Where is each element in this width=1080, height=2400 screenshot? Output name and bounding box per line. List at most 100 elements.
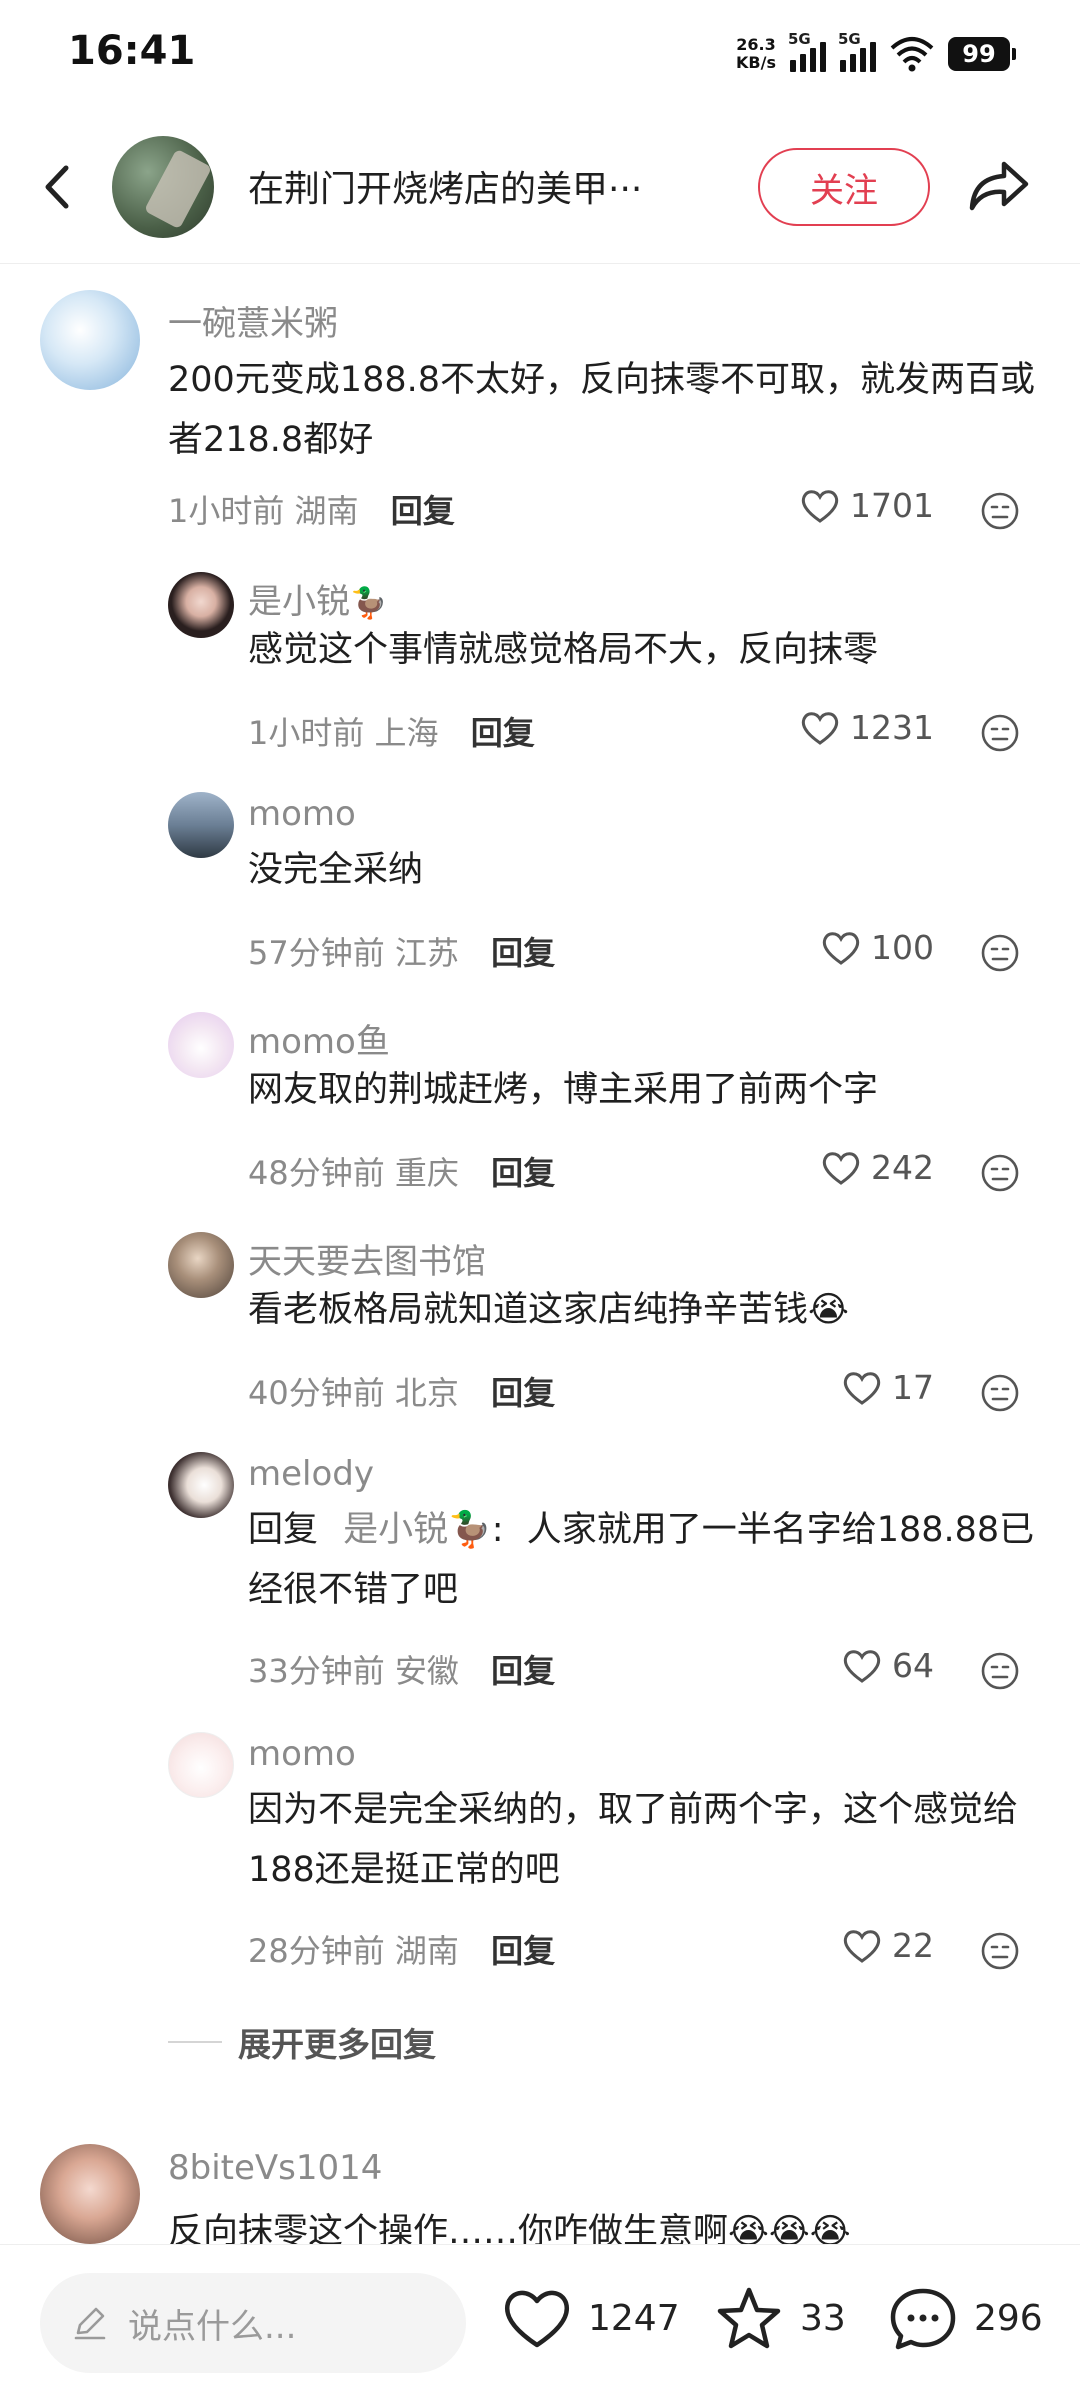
avatar[interactable] — [168, 1012, 234, 1078]
wifi-icon — [890, 37, 934, 72]
expand-label: 展开更多回复 — [238, 2025, 436, 2064]
heart-icon — [822, 1151, 860, 1185]
back-arrow-icon[interactable] — [30, 154, 86, 220]
comment-location: 湖南 — [394, 1932, 459, 1970]
comment-username[interactable]: 8biteVs1014 — [168, 2148, 382, 2188]
duck-emoji: 🦆 — [350, 586, 388, 621]
avatar[interactable] — [168, 1452, 234, 1518]
heart-icon — [801, 711, 839, 745]
comment-text[interactable]: 感觉这个事情就感觉格局不大，反向抹零 — [248, 620, 1038, 680]
crying-emoji: 😭😭😭 — [728, 2212, 851, 2244]
like-button[interactable]: 1701 — [800, 486, 934, 525]
comment-meta: 40分钟前 北京 回复 — [248, 1368, 555, 1414]
bottom-action-bar: 说点什么... 1247 33 296 — [0, 2244, 1080, 2400]
like-post-button[interactable]: 1247 — [502, 2285, 680, 2351]
comment-username[interactable]: momo — [248, 794, 356, 834]
emoji-face-icon[interactable] — [980, 1373, 1020, 1413]
comments-button[interactable]: 296 — [888, 2285, 1043, 2351]
like-button[interactable]: 22 — [842, 1926, 934, 1965]
share-icon[interactable] — [966, 156, 1032, 216]
reply-button[interactable]: 回复 — [491, 1374, 555, 1412]
pencil-icon — [74, 2307, 106, 2340]
comment-meta: 48分钟前 重庆 回复 — [248, 1148, 555, 1194]
comment-username[interactable]: momo鱼 — [248, 1014, 390, 1063]
avatar[interactable] — [168, 1232, 234, 1298]
comment-meta: 1小时前 上海 回复 — [248, 708, 535, 754]
comment-text[interactable]: 200元变成188.8不太好，反向抹零不可取，就发两百或者218.8都好 — [168, 350, 1040, 470]
comment-username[interactable]: 一碗薏米粥 — [168, 296, 338, 345]
comment-location: 湖南 — [294, 492, 359, 530]
comment-meta: 1小时前 湖南 回复 — [168, 486, 455, 532]
comment-text[interactable]: 看老板格局就知道这家店纯挣辛苦钱😭 — [248, 1280, 1038, 1340]
reply-button[interactable]: 回复 — [491, 1154, 555, 1192]
emoji-face-icon[interactable] — [980, 713, 1020, 753]
comment-list: 一碗薏米粥 200元变成188.8不太好，反向抹零不可取，就发两百或者218.8… — [0, 264, 1080, 2244]
comment-username[interactable]: momo — [248, 1734, 356, 1774]
comment-input[interactable]: 说点什么... — [40, 2273, 466, 2373]
status-time: 16:41 — [68, 28, 196, 74]
like-button[interactable]: 64 — [842, 1646, 934, 1685]
avatar[interactable] — [40, 290, 140, 390]
like-count: 1231 — [850, 708, 934, 747]
comment-input-placeholder: 说点什么... — [128, 2306, 297, 2347]
comment-time: 28分钟前 — [248, 1932, 385, 1970]
comment-text[interactable]: 因为不是完全采纳的，取了前两个字，这个感觉给188还是挺正常的吧 — [248, 1780, 1038, 1900]
comment-location: 重庆 — [394, 1154, 459, 1192]
like-count: 100 — [871, 928, 934, 967]
heart-icon — [843, 1371, 881, 1405]
emoji-face-icon[interactable] — [980, 491, 1020, 531]
comment-text[interactable]: 没完全采纳 — [248, 840, 1038, 900]
like-button[interactable]: 1231 — [800, 708, 934, 747]
chat-bubble-icon — [890, 2288, 956, 2350]
comment-time: 1小时前 — [248, 714, 365, 752]
comment-text[interactable]: 网友取的荆城赶烤，博主采用了前两个字 — [248, 1060, 1038, 1120]
comment-time: 1小时前 — [168, 492, 285, 530]
comment-meta: 33分钟前 安徽 回复 — [248, 1646, 555, 1692]
reply-button[interactable]: 回复 — [491, 1652, 555, 1690]
comment-meta: 28分钟前 湖南 回复 — [248, 1926, 555, 1972]
heart-icon — [843, 1929, 881, 1963]
comment-meta: 57分钟前 江苏 回复 — [248, 928, 555, 974]
like-button[interactable]: 17 — [842, 1368, 934, 1407]
emoji-face-icon[interactable] — [980, 1651, 1020, 1691]
comment-time: 57分钟前 — [248, 934, 385, 972]
like-count: 64 — [892, 1646, 934, 1685]
reply-button[interactable]: 回复 — [391, 492, 455, 530]
reply-button[interactable]: 回复 — [491, 934, 555, 972]
battery-icon: 99 — [948, 37, 1016, 71]
author-avatar[interactable] — [112, 136, 214, 238]
follow-button[interactable]: 关注 — [758, 148, 930, 226]
avatar[interactable] — [168, 572, 234, 638]
like-count: 22 — [892, 1926, 934, 1965]
emoji-face-icon[interactable] — [980, 1931, 1020, 1971]
comment-time: 48分钟前 — [248, 1154, 385, 1192]
author-name[interactable]: 在荆门开烧烤店的美甲··· — [248, 160, 708, 212]
comment-text[interactable]: 反向抹零这个操作……你咋做生意啊😭😭😭 — [168, 2202, 1040, 2244]
avatar[interactable] — [168, 792, 234, 858]
like-count: 1701 — [850, 486, 934, 525]
signal-icon: 5G — [788, 30, 826, 72]
network-speed-unit: KB/s — [736, 53, 776, 72]
comment-time: 40分钟前 — [248, 1374, 385, 1412]
comment-username[interactable]: 是小锐🦆 — [248, 574, 387, 623]
expand-more-replies-button[interactable]: 展开更多回复 — [168, 2018, 436, 2066]
avatar[interactable] — [40, 2144, 140, 2244]
like-count: 242 — [871, 1148, 934, 1187]
comment-username[interactable]: melody — [248, 1454, 374, 1494]
status-icons: 26.3 KB/s 5G 5G 99 — [736, 30, 1016, 78]
reply-button[interactable]: 回复 — [471, 714, 535, 752]
comment-text[interactable]: 回复 是小锐🦆: 人家就用了一半名字给188.88已经很不错了吧 — [248, 1500, 1038, 1620]
favorite-button[interactable]: 33 — [714, 2285, 846, 2351]
favorite-count: 33 — [800, 2297, 846, 2339]
like-button[interactable]: 242 — [821, 1148, 934, 1187]
comment-location: 北京 — [394, 1374, 459, 1412]
heart-icon — [822, 931, 860, 965]
comment-username[interactable]: 天天要去图书馆 — [248, 1234, 486, 1283]
emoji-face-icon[interactable] — [980, 1153, 1020, 1193]
heart-icon — [801, 489, 839, 523]
avatar[interactable] — [168, 1732, 234, 1798]
emoji-face-icon[interactable] — [980, 933, 1020, 973]
reply-button[interactable]: 回复 — [491, 1932, 555, 1970]
mention-link[interactable]: 是小锐🦆 — [343, 1510, 492, 1550]
like-button[interactable]: 100 — [821, 928, 934, 967]
